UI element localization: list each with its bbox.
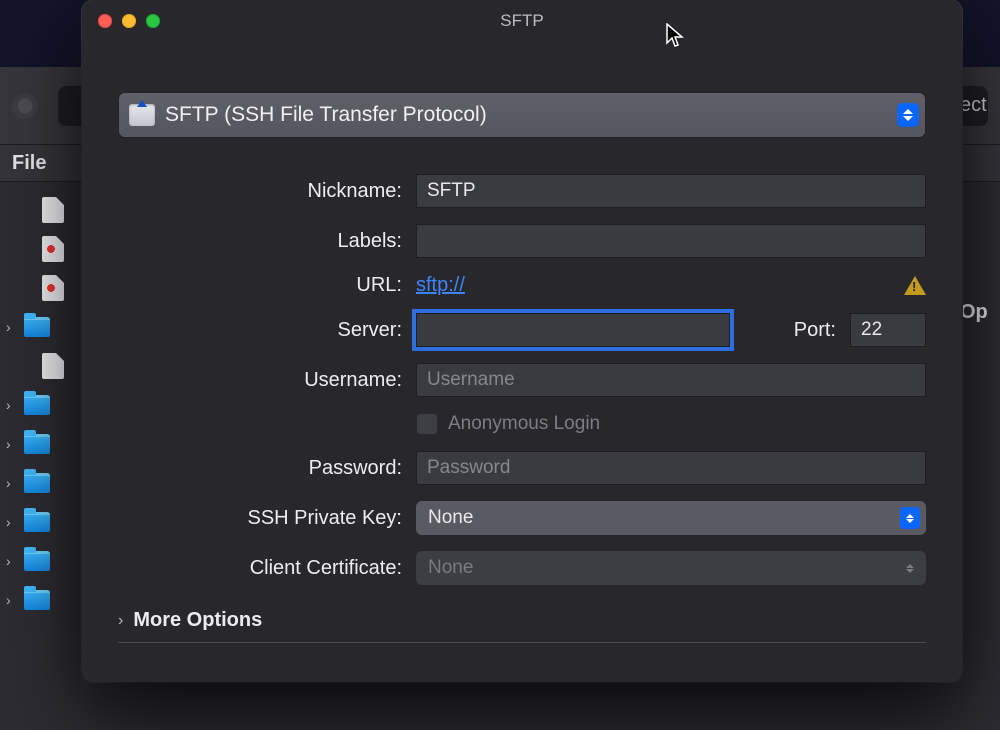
protocol-dropdown-value: SFTP (SSH File Transfer Protocol) (165, 103, 897, 127)
folder-icon (24, 512, 50, 532)
chevron-right-icon: › (6, 397, 24, 413)
ssh-private-key-value: None (428, 507, 900, 529)
dropdown-chevrons-icon (900, 507, 920, 529)
label-url: URL: (118, 274, 416, 297)
more-options-disclosure[interactable]: › More Options (118, 609, 926, 643)
chevron-right-icon: › (6, 553, 24, 569)
labels-input[interactable] (416, 224, 926, 258)
folder-icon (24, 395, 50, 415)
password-input[interactable] (416, 451, 926, 485)
titlebar: SFTP (82, 0, 962, 42)
ssh-private-key-dropdown[interactable]: None (416, 501, 926, 535)
chevron-right-icon: › (6, 514, 24, 530)
label-port: Port: (794, 319, 836, 342)
label-nickname: Nickname: (118, 180, 416, 203)
client-certificate-dropdown: None (416, 551, 926, 585)
label-anonymous-login: Anonymous Login (448, 413, 600, 435)
connection-dialog: SFTP SFTP (SSH File Transfer Protocol) N… (82, 0, 962, 682)
folder-icon (24, 590, 50, 610)
protocol-dropdown[interactable]: SFTP (SSH File Transfer Protocol) (118, 92, 926, 138)
server-input[interactable] (416, 313, 730, 347)
folder-icon (24, 473, 50, 493)
label-password: Password: (118, 457, 416, 480)
client-certificate-value: None (428, 557, 900, 579)
folder-icon (24, 551, 50, 571)
chevron-right-icon: › (6, 475, 24, 491)
label-server: Server: (118, 319, 416, 342)
label-username: Username: (118, 369, 416, 392)
chevron-right-icon: › (118, 612, 123, 630)
sftp-protocol-icon (129, 104, 155, 126)
label-more-options: More Options (133, 609, 262, 632)
document-icon (42, 236, 64, 262)
dialog-title: SFTP (82, 11, 962, 31)
folder-icon (24, 434, 50, 454)
warning-icon (904, 276, 926, 295)
dropdown-chevrons-icon (900, 557, 920, 579)
label-labels: Labels: (118, 230, 416, 253)
document-icon (42, 353, 64, 379)
gear-icon[interactable] (12, 93, 38, 119)
connect-button-fragment[interactable]: ect (958, 85, 1000, 125)
username-input[interactable] (416, 363, 926, 397)
url-link[interactable]: sftp:// (416, 274, 465, 297)
nickname-input[interactable] (416, 174, 926, 208)
options-button-fragment[interactable]: Op (960, 297, 1000, 327)
folder-icon (24, 317, 50, 337)
anonymous-login-checkbox[interactable] (416, 413, 438, 435)
port-input[interactable] (850, 313, 926, 347)
chevron-right-icon: › (6, 592, 24, 608)
chevron-right-icon: › (6, 319, 24, 335)
document-icon (42, 197, 64, 223)
dropdown-chevrons-icon (897, 103, 919, 127)
column-header-filename[interactable]: File (12, 152, 46, 175)
label-ssh-key: SSH Private Key: (118, 507, 416, 530)
label-client-cert: Client Certificate: (118, 557, 416, 580)
chevron-right-icon: › (6, 436, 24, 452)
document-icon (42, 275, 64, 301)
